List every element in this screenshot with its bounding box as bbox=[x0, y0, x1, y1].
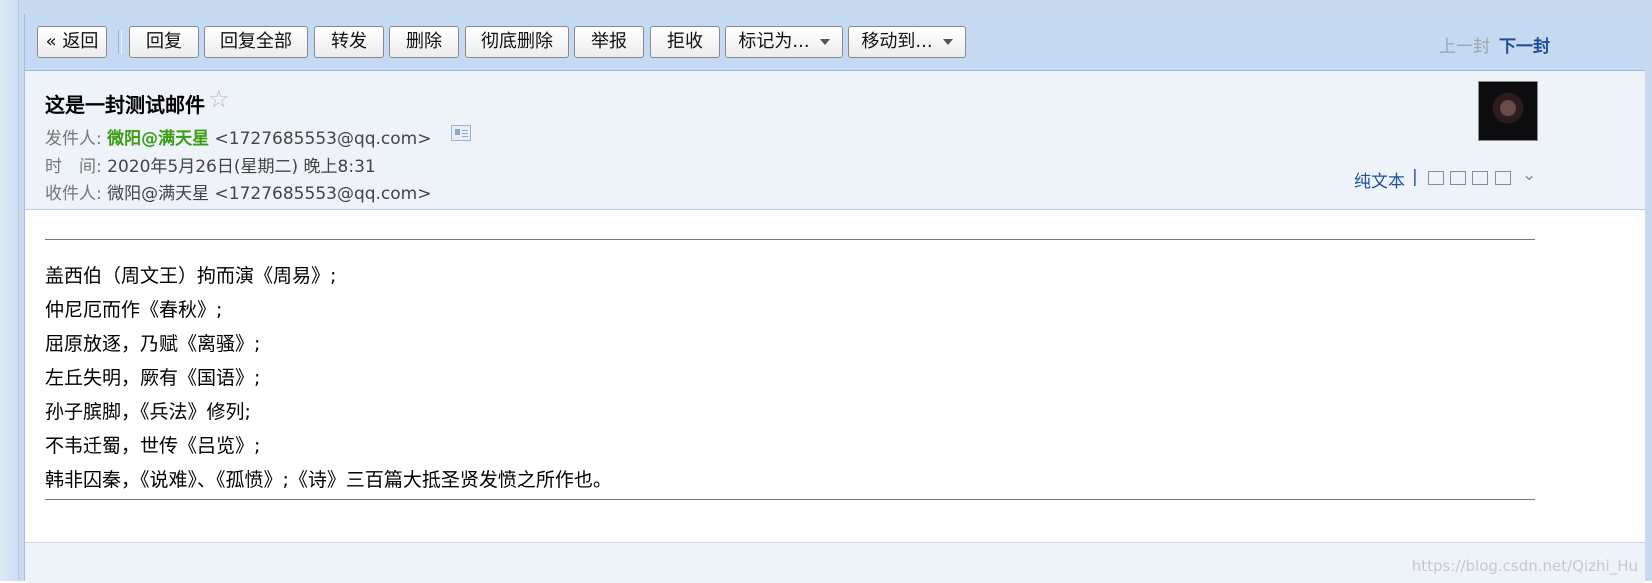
mark-as-dropdown[interactable]: 标记为... bbox=[725, 26, 843, 58]
delete-permanently-button[interactable]: 彻底删除 bbox=[465, 26, 569, 58]
expand-icon[interactable]: ⌄ bbox=[1522, 165, 1536, 185]
body-line: 仲尼厄而作《春秋》; bbox=[45, 299, 223, 321]
mail-body: 盖西伯（周文王）拘而演《周易》; 仲尼厄而作《春秋》; 屈原放逐，乃赋《离骚》;… bbox=[45, 259, 612, 497]
watermark: https://blog.csdn.net/Qizhi_Hu bbox=[1411, 557, 1638, 575]
prev-mail-link[interactable]: 上一封 bbox=[1439, 32, 1490, 57]
note-icon[interactable] bbox=[1450, 171, 1466, 185]
body-top-rule bbox=[45, 239, 1535, 240]
sender-label: 发件人: bbox=[45, 129, 102, 149]
delete-button[interactable]: 删除 bbox=[389, 26, 459, 58]
move-to-dropdown[interactable]: 移动到... bbox=[848, 26, 966, 58]
time-value: 2020年5月26日(星期二) 晚上8:31 bbox=[107, 157, 376, 177]
reply-all-button[interactable]: 回复全部 bbox=[204, 26, 308, 58]
contact-card-icon[interactable] bbox=[451, 125, 471, 141]
recipient-name[interactable]: 微阳@满天星 bbox=[107, 184, 209, 204]
time-row: 时 间: 2020年5月26日(星期二) 晚上8:31 bbox=[45, 152, 376, 177]
body-line: 孙子膑脚，《兵法》修列; bbox=[45, 401, 251, 423]
body-line: 屈原放逐，乃赋《离骚》; bbox=[45, 333, 261, 355]
mail-header: 这是一封测试邮件 ☆ 发件人: 微阳@满天星 <1727685553@qq.co… bbox=[25, 71, 1645, 210]
body-line: 韩非囚秦，《说难》、《孤愤》;《诗》三百篇大抵圣贤发愤之所作也。 bbox=[45, 469, 612, 491]
mark-as-label: 标记为... bbox=[738, 31, 810, 52]
sender-address: <1727685553@qq.com> bbox=[214, 129, 432, 149]
forward-button[interactable]: 转发 bbox=[314, 26, 384, 58]
body-line: 左丘失明，厥有《国语》; bbox=[45, 367, 261, 389]
sender-name[interactable]: 微阳@满天星 bbox=[107, 129, 209, 149]
move-to-label: 移动到... bbox=[861, 31, 933, 52]
sender-row: 发件人: 微阳@满天星 <1727685553@qq.com> bbox=[45, 124, 432, 149]
recipient-row: 收件人: 微阳@满天星 <1727685553@qq.com> bbox=[45, 179, 432, 204]
next-mail-link[interactable]: 下一封 bbox=[1499, 32, 1550, 57]
toolbar-separator bbox=[118, 30, 122, 54]
time-label: 时 间: bbox=[45, 157, 102, 177]
chevron-down-icon bbox=[819, 39, 830, 45]
download-icon[interactable] bbox=[1472, 171, 1488, 185]
mail-panel: « 返回 回复 回复全部 转发 删除 彻底删除 举报 拒收 标记为... 移动到… bbox=[24, 14, 1645, 583]
recipient-label: 收件人: bbox=[45, 184, 102, 204]
mail-subject: 这是一封测试邮件 bbox=[45, 93, 205, 117]
report-button[interactable]: 举报 bbox=[574, 26, 644, 58]
recipient-address: <1727685553@qq.com> bbox=[214, 184, 432, 204]
left-sidebar-edge bbox=[0, 0, 19, 581]
body-line: 不韦迁蜀，世传《吕览》; bbox=[45, 435, 261, 457]
star-icon[interactable]: ☆ bbox=[208, 85, 230, 113]
reply-button[interactable]: 回复 bbox=[129, 26, 199, 58]
bottom-strip bbox=[25, 542, 1645, 583]
mail-toolbar: « 返回 回复 回复全部 转发 删除 彻底删除 举报 拒收 标记为... 移动到… bbox=[25, 14, 1645, 71]
avatar[interactable] bbox=[1478, 81, 1538, 141]
reject-button[interactable]: 拒收 bbox=[650, 26, 720, 58]
separator: | bbox=[1412, 167, 1418, 187]
body-line: 盖西伯（周文王）拘而演《周易》; bbox=[45, 265, 337, 287]
plain-text-link[interactable]: 纯文本 bbox=[1354, 167, 1405, 192]
body-bottom-rule bbox=[45, 499, 1535, 500]
chevron-down-icon bbox=[942, 39, 953, 45]
print-icon[interactable] bbox=[1495, 171, 1511, 185]
back-button[interactable]: « 返回 bbox=[37, 26, 107, 58]
new-window-icon[interactable] bbox=[1428, 171, 1444, 185]
